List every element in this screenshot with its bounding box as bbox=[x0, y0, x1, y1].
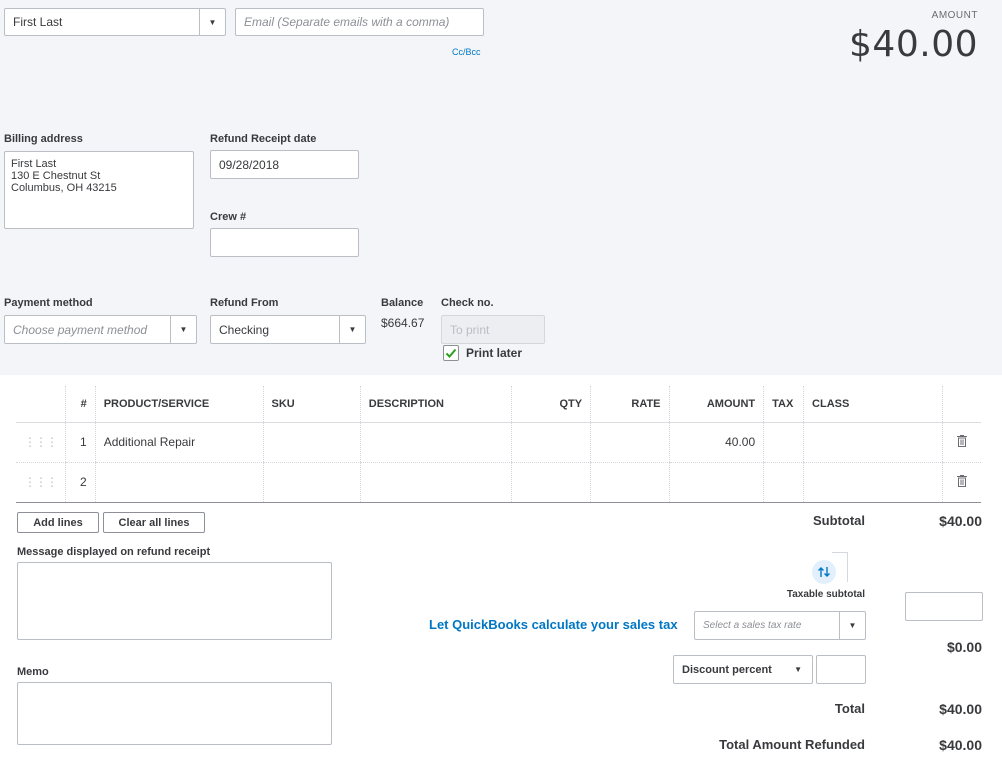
customer-name: First Last bbox=[13, 15, 63, 29]
drag-handle-icon[interactable]: ⋮⋮⋮ bbox=[16, 422, 66, 463]
message-textarea[interactable] bbox=[17, 562, 332, 640]
customer-select[interactable]: First Last ▼ bbox=[4, 8, 226, 36]
checkmark-icon bbox=[445, 348, 457, 358]
discount-type-label: Discount percent bbox=[682, 663, 772, 676]
total-refunded-label: Total Amount Refunded bbox=[719, 737, 865, 752]
row-rate[interactable] bbox=[590, 462, 670, 503]
let-quickbooks-calculate-link[interactable]: Let QuickBooks calculate your sales tax bbox=[429, 617, 678, 632]
row-sku[interactable] bbox=[262, 422, 361, 463]
row-description[interactable] bbox=[359, 422, 512, 463]
refund-from-label: Refund From bbox=[210, 297, 279, 309]
receipt-date-value: 09/28/2018 bbox=[219, 157, 280, 172]
caret-down-icon[interactable]: ▼ bbox=[839, 612, 865, 639]
print-later-checkbox[interactable] bbox=[443, 345, 459, 361]
billing-address-label: Billing address bbox=[4, 133, 83, 145]
subtotal-value: $40.00 bbox=[939, 513, 982, 529]
crew-label: Crew # bbox=[210, 211, 247, 223]
amount-value: $40.00 bbox=[849, 24, 978, 65]
receipt-date-label: Refund Receipt date bbox=[210, 133, 317, 145]
table-header-row: # PRODUCT/SERVICE SKU DESCRIPTION QTY RA… bbox=[16, 386, 981, 423]
refund-from-select[interactable]: Checking ▼ bbox=[210, 315, 366, 344]
sales-tax-rate-select[interactable]: Select a sales tax rate ▼ bbox=[694, 611, 866, 640]
payment-method-label: Payment method bbox=[4, 297, 93, 309]
receipt-date-input[interactable]: 09/28/2018 bbox=[210, 150, 359, 179]
total-label: Total bbox=[834, 701, 865, 716]
row-description[interactable] bbox=[359, 462, 512, 503]
caret-down-icon[interactable]: ▼ bbox=[199, 9, 225, 35]
table-row[interactable]: ⋮⋮⋮ 2 bbox=[16, 462, 981, 503]
col-class: CLASS bbox=[803, 386, 943, 423]
tax-value: $0.00 bbox=[946, 639, 982, 655]
refund-from-value: Checking bbox=[219, 322, 270, 337]
row-product[interactable] bbox=[94, 462, 264, 503]
billing-address-field[interactable]: First Last 130 E Chestnut St Columbus, O… bbox=[4, 151, 194, 229]
row-class[interactable] bbox=[803, 422, 943, 463]
drag-handle-icon[interactable]: ⋮⋮⋮ bbox=[16, 462, 66, 503]
memo-label: Memo bbox=[17, 666, 49, 678]
payment-method-select[interactable]: Choose payment method ▼ bbox=[4, 315, 197, 344]
discount-value-input[interactable] bbox=[816, 655, 866, 684]
row-tax[interactable] bbox=[763, 462, 804, 503]
connector-line bbox=[832, 552, 848, 582]
check-no-placeholder: To print bbox=[450, 322, 490, 337]
col-sku: SKU bbox=[262, 386, 361, 423]
line-items-table: # PRODUCT/SERVICE SKU DESCRIPTION QTY RA… bbox=[16, 386, 981, 503]
cc-bcc-link[interactable]: Cc/Bcc bbox=[452, 47, 481, 57]
sales-tax-rate-placeholder: Select a sales tax rate bbox=[703, 620, 802, 631]
total-value: $40.00 bbox=[939, 701, 982, 717]
row-sku[interactable] bbox=[262, 462, 361, 503]
row-qty[interactable] bbox=[510, 422, 591, 463]
col-number: # bbox=[65, 386, 96, 423]
caret-down-icon[interactable]: ▼ bbox=[794, 665, 802, 674]
balance-label: Balance bbox=[381, 297, 424, 309]
col-tax: TAX bbox=[763, 386, 804, 423]
clear-all-lines-button[interactable]: Clear all lines bbox=[103, 512, 205, 533]
row-product[interactable]: Additional Repair bbox=[94, 422, 264, 463]
balance-value: $664.67 bbox=[381, 316, 425, 330]
check-no-input: To print bbox=[441, 315, 545, 344]
trash-icon[interactable] bbox=[941, 462, 981, 503]
subtotal-label: Subtotal bbox=[813, 513, 865, 528]
caret-down-icon[interactable]: ▼ bbox=[170, 316, 196, 343]
amount-label: AMOUNT bbox=[931, 10, 978, 21]
email-input[interactable]: Email (Separate emails with a comma) bbox=[235, 8, 484, 36]
add-lines-button[interactable]: Add lines bbox=[17, 512, 99, 533]
col-delete bbox=[941, 386, 981, 423]
caret-down-icon[interactable]: ▼ bbox=[339, 316, 365, 343]
check-no-label: Check no. bbox=[441, 297, 494, 309]
row-number: 2 bbox=[65, 462, 96, 503]
row-number: 1 bbox=[65, 422, 96, 463]
total-refunded-value: $40.00 bbox=[939, 737, 982, 753]
row-amount[interactable] bbox=[668, 462, 764, 503]
message-label: Message displayed on refund receipt bbox=[17, 546, 211, 558]
taxable-subtotal-input[interactable] bbox=[905, 592, 983, 621]
col-description: DESCRIPTION bbox=[359, 386, 512, 423]
discount-type-select[interactable]: Discount percent ▼ bbox=[673, 655, 813, 684]
row-class[interactable] bbox=[803, 462, 943, 503]
email-placeholder: Email (Separate emails with a comma) bbox=[244, 15, 450, 29]
col-drag bbox=[16, 386, 66, 423]
trash-icon[interactable] bbox=[941, 422, 981, 463]
taxable-subtotal-label: Taxable subtotal bbox=[786, 589, 865, 600]
row-amount[interactable]: 40.00 bbox=[668, 422, 764, 463]
col-amount: AMOUNT bbox=[668, 386, 764, 423]
crew-input[interactable] bbox=[210, 228, 359, 257]
row-qty[interactable] bbox=[510, 462, 591, 503]
payment-method-placeholder: Choose payment method bbox=[13, 322, 148, 337]
col-qty: QTY bbox=[510, 386, 591, 423]
row-tax[interactable] bbox=[763, 422, 804, 463]
print-later-label[interactable]: Print later bbox=[466, 346, 522, 360]
col-rate: RATE bbox=[590, 386, 670, 423]
table-row[interactable]: ⋮⋮⋮ 1 Additional Repair 40.00 bbox=[16, 422, 981, 463]
row-rate[interactable] bbox=[590, 422, 670, 463]
memo-textarea[interactable] bbox=[17, 682, 332, 745]
col-product: PRODUCT/SERVICE bbox=[94, 386, 264, 423]
